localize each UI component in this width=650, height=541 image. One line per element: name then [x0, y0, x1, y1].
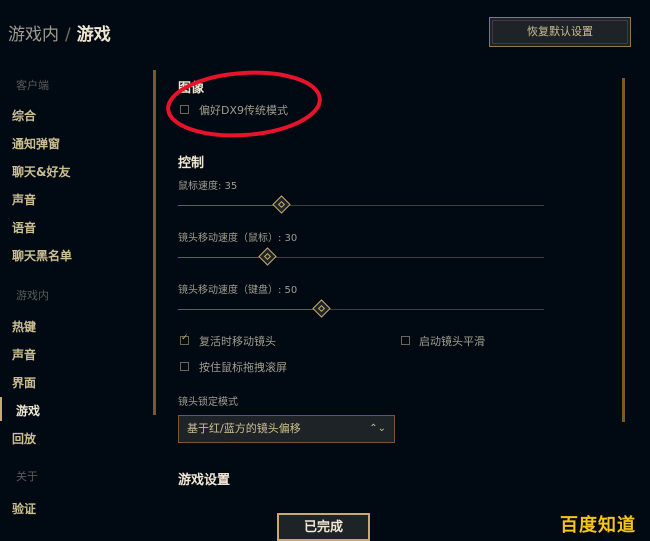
camera-speed-mouse-fill [178, 257, 267, 258]
mouse-speed-thumb[interactable] [272, 195, 291, 214]
mouse-speed-label: 鼠标速度: 35 [178, 181, 238, 192]
sidebar-item-verification[interactable]: 验证 [12, 500, 36, 517]
sidebar-section-about: 关于 [16, 470, 38, 483]
camera-speed-mouse-thumb[interactable] [258, 247, 277, 266]
camera-speed-keyboard-label: 镜头移动速度（键盘）: 50 [178, 285, 298, 296]
graphics-heading: 图像 [178, 81, 205, 96]
hold-drag-scroll-checkbox[interactable] [180, 362, 189, 371]
sidebar-item-general[interactable]: 综合 [12, 107, 36, 124]
camera-speed-keyboard-thumb[interactable] [312, 299, 331, 318]
camera-lock-value: 基于红/蓝方的镜头偏移 [187, 422, 301, 435]
camera-move-on-revive-label[interactable]: 复活时移动镜头 [199, 333, 276, 349]
camera-speed-mouse-label: 镜头移动速度（鼠标）: 30 [178, 233, 298, 244]
reset-defaults-button[interactable]: 恢复默认设置 [489, 17, 631, 47]
sidebar-section-client: 客户端 [16, 79, 49, 92]
sidebar-item-replays[interactable]: 回放 [12, 430, 36, 447]
game-settings-heading: 游戏设置 [178, 473, 231, 488]
sidebar-item-game[interactable]: 游戏 [16, 402, 40, 419]
sidebar-item-sound-client[interactable]: 声音 [12, 191, 36, 208]
controls-heading: 控制 [178, 156, 205, 171]
sidebar-item-chat-friends[interactable]: 聊天&好友 [12, 163, 70, 180]
sidebar-item-hotkeys[interactable]: 热键 [12, 318, 36, 335]
mouse-speed-slider[interactable] [178, 195, 544, 214]
done-button[interactable]: 已完成 [277, 513, 370, 541]
watermark-logo: 百度知道 [560, 515, 636, 536]
smooth-camera-checkbox[interactable] [401, 336, 410, 345]
prefer-dx9-label[interactable]: 偏好DX9传统模式 [199, 102, 288, 118]
annotation-circle-overlay [166, 70, 322, 138]
camera-speed-keyboard-slider[interactable] [178, 299, 544, 318]
sidebar-item-notifications[interactable]: 通知弹窗 [12, 135, 60, 152]
camera-speed-keyboard-fill [178, 309, 321, 310]
prefer-dx9-checkbox[interactable] [180, 105, 189, 114]
camera-lock-dropdown[interactable]: 基于红/蓝方的镜头偏移 ⌃⌄ [178, 415, 395, 443]
sidebar-active-indicator [0, 397, 2, 421]
breadcrumb-current: 游戏 [76, 25, 111, 45]
sidebar-item-chat-blocklist[interactable]: 聊天黑名单 [12, 247, 72, 264]
smooth-camera-label[interactable]: 启动镜头平滑 [419, 333, 485, 349]
camera-lock-label: 镜头锁定模式 [178, 397, 238, 408]
mouse-speed-fill [178, 205, 281, 206]
content-scrollbar[interactable] [622, 78, 625, 422]
sidebar-item-interface[interactable]: 界面 [12, 374, 36, 391]
sidebar-divider [153, 70, 156, 415]
sidebar-section-ingame: 游戏内 [16, 289, 49, 302]
sidebar-item-voice[interactable]: 语音 [12, 219, 36, 236]
camera-move-on-revive-checkbox[interactable] [180, 333, 189, 345]
breadcrumb: 游戏内 / 游戏 [8, 20, 111, 45]
sidebar-item-sound-ingame[interactable]: 声音 [12, 346, 36, 363]
breadcrumb-parent[interactable]: 游戏内 [8, 25, 59, 45]
camera-speed-mouse-slider[interactable] [178, 247, 544, 266]
hold-drag-scroll-label[interactable]: 按住鼠标拖拽滚屏 [199, 359, 287, 375]
breadcrumb-separator: / [65, 25, 71, 45]
chevron-up-down-icon: ⌃⌄ [369, 423, 386, 434]
